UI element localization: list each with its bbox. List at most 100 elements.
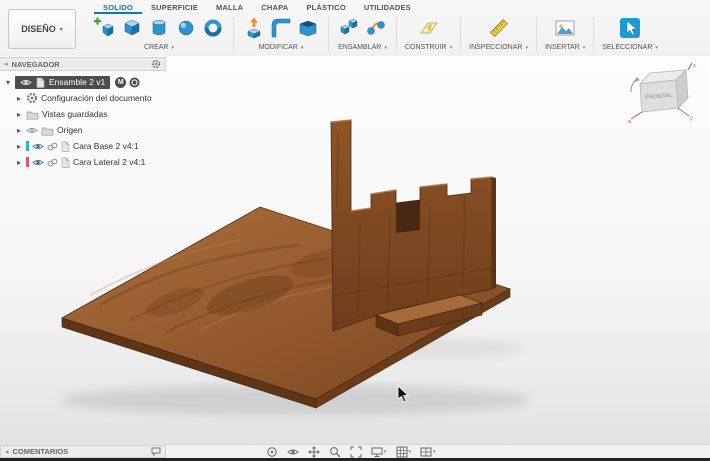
- view-cube[interactable]: FRONTAL x y z: [626, 60, 702, 126]
- group-separator: [233, 17, 234, 51]
- milestone-badge: M: [115, 76, 127, 88]
- group-label-ensamblar[interactable]: ENSAMBLAR ▾: [338, 44, 387, 51]
- pan-button[interactable]: [308, 445, 320, 458]
- document-icon: [61, 157, 70, 168]
- group-seleccionar: SELECCIONAR ▾: [597, 15, 663, 51]
- group-separator: [396, 17, 397, 51]
- expander-icon[interactable]: ▸: [15, 126, 23, 135]
- fit-corners-icon: [350, 446, 362, 457]
- group-separator: [328, 17, 329, 51]
- gear-icon: [26, 92, 38, 104]
- visibility-eye-icon[interactable]: [26, 126, 38, 135]
- new-component-button[interactable]: [93, 16, 117, 40]
- visibility-eye-icon[interactable]: [20, 78, 32, 87]
- expander-icon[interactable]: ▸: [15, 110, 23, 119]
- fillet-button[interactable]: [269, 16, 293, 40]
- chevron-down-icon: ▾: [433, 448, 436, 455]
- collapse-panel-icon[interactable]: ◂: [5, 448, 9, 456]
- tree-item-label: Cara Base 2 v4:1: [73, 141, 139, 151]
- tree-item-saved-views[interactable]: ▸ Vistas guardadas: [0, 106, 200, 122]
- zoom-button[interactable]: [329, 446, 341, 458]
- document-icon: [36, 77, 45, 88]
- visibility-eye-icon[interactable]: [32, 158, 44, 167]
- measure-button[interactable]: [487, 16, 511, 40]
- expander-icon[interactable]: ▾: [4, 78, 12, 87]
- group-ensamblar: ENSAMBLAR ▾: [332, 15, 393, 51]
- chevron-down-icon: ▾: [59, 26, 63, 33]
- tree-item-label: Cara Lateral 2 v4:1: [73, 157, 146, 167]
- comment-bubble-icon[interactable]: [151, 447, 161, 456]
- revolve-button[interactable]: [147, 16, 171, 40]
- tab-malla[interactable]: MALLA: [207, 0, 252, 14]
- select-tool-button[interactable]: [618, 16, 642, 40]
- active-component-radio-icon[interactable]: [129, 77, 140, 88]
- fit-view-button[interactable]: [350, 446, 362, 458]
- axis-y-label: y: [690, 116, 693, 122]
- viewports-button[interactable]: ▾: [420, 446, 436, 458]
- visibility-eye-icon[interactable]: [32, 142, 44, 151]
- group-label-crear[interactable]: CREAR ▾: [144, 44, 174, 51]
- tab-superficie[interactable]: SUPERFICIE: [142, 0, 207, 14]
- toolbar-ribbon: DISEÑO ▾ SOLIDO SUPERFICIE MALLA CHAPA P…: [0, 0, 710, 57]
- tree-item-label: Ensamble 2 v1: [49, 77, 106, 87]
- collapse-panel-icon[interactable]: ◂: [4, 60, 8, 68]
- insert-canvas-button[interactable]: [553, 16, 577, 40]
- expander-icon[interactable]: ▸: [15, 94, 23, 103]
- assembly-cubes-icon: [340, 18, 358, 35]
- fillet-icon: [271, 18, 291, 38]
- tree-item-origin[interactable]: ▸ Origen: [0, 122, 200, 138]
- navigator-tree: ▾ Ensamble 2 v1 M ▸ Configuración del do…: [0, 74, 200, 170]
- group-label-construir[interactable]: CONSTRUIR ▾: [405, 44, 452, 51]
- axis-x-label: x: [628, 119, 631, 125]
- tab-solido[interactable]: SOLIDO: [94, 0, 142, 14]
- sphere-primitive-button[interactable]: [174, 16, 198, 40]
- select-cursor-icon: [620, 18, 641, 38]
- group-separator: [460, 17, 462, 51]
- insert-image-icon: [555, 20, 575, 36]
- navigator-panel-header[interactable]: ◂ NAVEGADOR: [0, 57, 166, 71]
- display-settings-button[interactable]: ▾: [371, 446, 387, 458]
- group-label-inspeccionar[interactable]: INSPECCIONAR ▾: [469, 44, 528, 51]
- tab-plastico[interactable]: PLÁSTICO: [297, 0, 355, 14]
- construction-plane-button[interactable]: [417, 16, 441, 40]
- chevron-down-icon: ▾: [384, 44, 387, 51]
- expander-icon[interactable]: ▸: [15, 142, 23, 151]
- coil-primitive-button[interactable]: [201, 16, 225, 40]
- joint-button[interactable]: [364, 16, 388, 40]
- tree-item-label: Origen: [57, 125, 83, 135]
- torus-icon: [204, 19, 222, 37]
- tree-item-ensamble[interactable]: ▾ Ensamble 2 v1 M: [0, 74, 200, 90]
- tab-utilidades[interactable]: UTILIDADES: [355, 0, 420, 14]
- magnifier-icon: [330, 446, 341, 457]
- shell-button[interactable]: [296, 16, 320, 40]
- panel-gear-icon[interactable]: [151, 59, 161, 69]
- group-label-insertar[interactable]: INSERTAR ▾: [545, 44, 585, 51]
- selected-item-highlight[interactable]: Ensamble 2 v1: [15, 75, 111, 89]
- new-assembly-button[interactable]: [337, 16, 361, 40]
- design-workspace-dropdown[interactable]: DISEÑO ▾: [8, 9, 76, 49]
- tree-item-label: Configuración del documento: [41, 93, 152, 103]
- ribbon-tabs: SOLIDO SUPERFICIE MALLA CHAPA PLÁSTICO U…: [94, 0, 420, 14]
- tab-chapa[interactable]: CHAPA: [252, 0, 297, 14]
- tree-item-document-settings[interactable]: ▸ Configuración del documento: [0, 90, 200, 106]
- comments-panel-header[interactable]: ◂ COMENTARIOS: [0, 445, 166, 458]
- chevron-down-icon: ▾: [449, 44, 453, 51]
- group-insertar: INSERTAR ▾: [540, 15, 590, 51]
- group-label-seleccionar[interactable]: SELECCIONAR ▾: [602, 44, 658, 51]
- orbit-button[interactable]: [266, 446, 278, 458]
- construction-plane-icon: [419, 22, 438, 34]
- chevron-down-icon: ▾: [384, 448, 387, 455]
- group-separator: [535, 17, 537, 51]
- sphere-icon: [178, 20, 194, 36]
- grid-icon: [396, 446, 408, 457]
- grid-layout-button[interactable]: ▾: [396, 446, 411, 458]
- box-primitive-button[interactable]: [120, 16, 144, 40]
- tree-item-cara-base[interactable]: ▸ Cara Base 2 v4:1: [0, 138, 200, 154]
- component-color-marker: [26, 157, 29, 167]
- tree-item-cara-lateral[interactable]: ▸ Cara Lateral 2 v4:1: [0, 154, 200, 170]
- expander-icon[interactable]: ▸: [15, 158, 23, 167]
- look-at-button[interactable]: [287, 446, 299, 458]
- document-icon: [61, 141, 70, 152]
- group-label-modificar[interactable]: MODIFICAR ▾: [259, 44, 304, 51]
- press-pull-button[interactable]: [242, 16, 266, 40]
